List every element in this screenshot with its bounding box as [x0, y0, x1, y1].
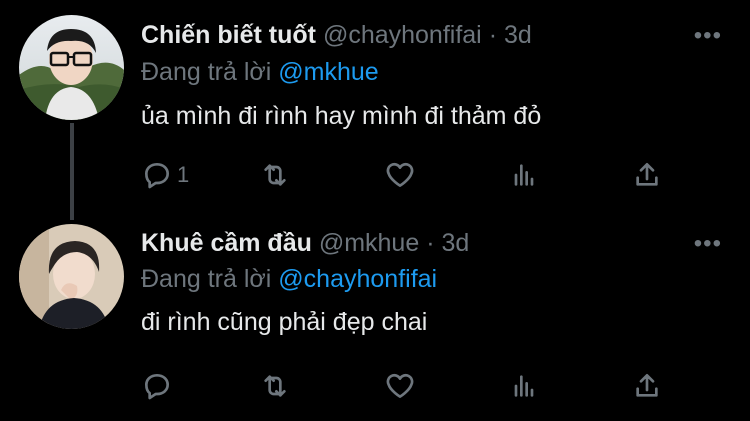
display-name[interactable]: Chiến biết tuốt — [141, 21, 316, 49]
share-icon — [636, 374, 658, 397]
heart-icon — [386, 373, 414, 398]
reply-button[interactable]: 1 — [141, 157, 189, 193]
replying-to: Đang trả lời @chayhonfifai — [141, 264, 437, 294]
heart-icon — [386, 162, 414, 187]
reply-mention-link[interactable]: @mkhue — [278, 58, 378, 86]
display-name[interactable]: Khuê cầm đầu — [141, 229, 312, 257]
tweet-header: Chiến biết tuốt @chayhonfifai · 3d — [141, 20, 532, 50]
reply-icon — [145, 163, 169, 189]
more-options-icon[interactable]: ••• — [694, 24, 722, 48]
reply-button[interactable] — [141, 368, 177, 404]
tweet-actions: 1 — [141, 157, 750, 193]
retweet-icon — [264, 375, 286, 397]
analytics-button[interactable] — [508, 157, 540, 193]
more-options-icon[interactable]: ••• — [694, 232, 722, 256]
reply-count: 1 — [177, 162, 190, 187]
timestamp[interactable]: 3d — [441, 229, 469, 257]
separator-dot: · — [426, 229, 435, 257]
share-button[interactable] — [631, 157, 663, 193]
like-button[interactable] — [384, 157, 416, 193]
share-icon — [636, 163, 658, 186]
tweet[interactable]: Khuê cầm đầu @mkhue · 3d Đang trả lời @c… — [0, 210, 750, 421]
replying-to-label: Đang trả lời — [141, 265, 272, 293]
retweet-icon — [264, 164, 286, 186]
reply-mention-link[interactable]: @chayhonfifai — [278, 265, 437, 293]
analytics-icon — [514, 164, 534, 186]
tweet-actions — [141, 368, 750, 404]
reply-icon — [145, 374, 169, 400]
share-button[interactable] — [631, 368, 663, 404]
user-handle[interactable]: @chayhonfifai — [323, 21, 482, 49]
avatar[interactable] — [19, 224, 124, 329]
retweet-button[interactable] — [259, 157, 291, 193]
tweet-text: ủa mình đi rình hay mình đi thảm đỏ — [141, 102, 542, 130]
tweet[interactable]: Chiến biết tuốt @chayhonfifai · 3d Đang … — [0, 0, 750, 220]
thread-line — [70, 123, 74, 220]
replying-to: Đang trả lời @mkhue — [141, 57, 379, 87]
like-button[interactable] — [384, 368, 416, 404]
tweet-header: Khuê cầm đầu @mkhue · 3d — [141, 228, 469, 258]
timestamp[interactable]: 3d — [504, 21, 532, 49]
analytics-icon — [514, 375, 534, 397]
user-handle[interactable]: @mkhue — [319, 229, 419, 257]
tweet-text: đi rình cũng phải đẹp chai — [141, 308, 428, 336]
separator-dot: · — [488, 21, 498, 49]
avatar[interactable] — [19, 15, 124, 120]
analytics-button[interactable] — [508, 368, 540, 404]
replying-to-label: Đang trả lời — [141, 58, 272, 86]
retweet-button[interactable] — [259, 368, 291, 404]
